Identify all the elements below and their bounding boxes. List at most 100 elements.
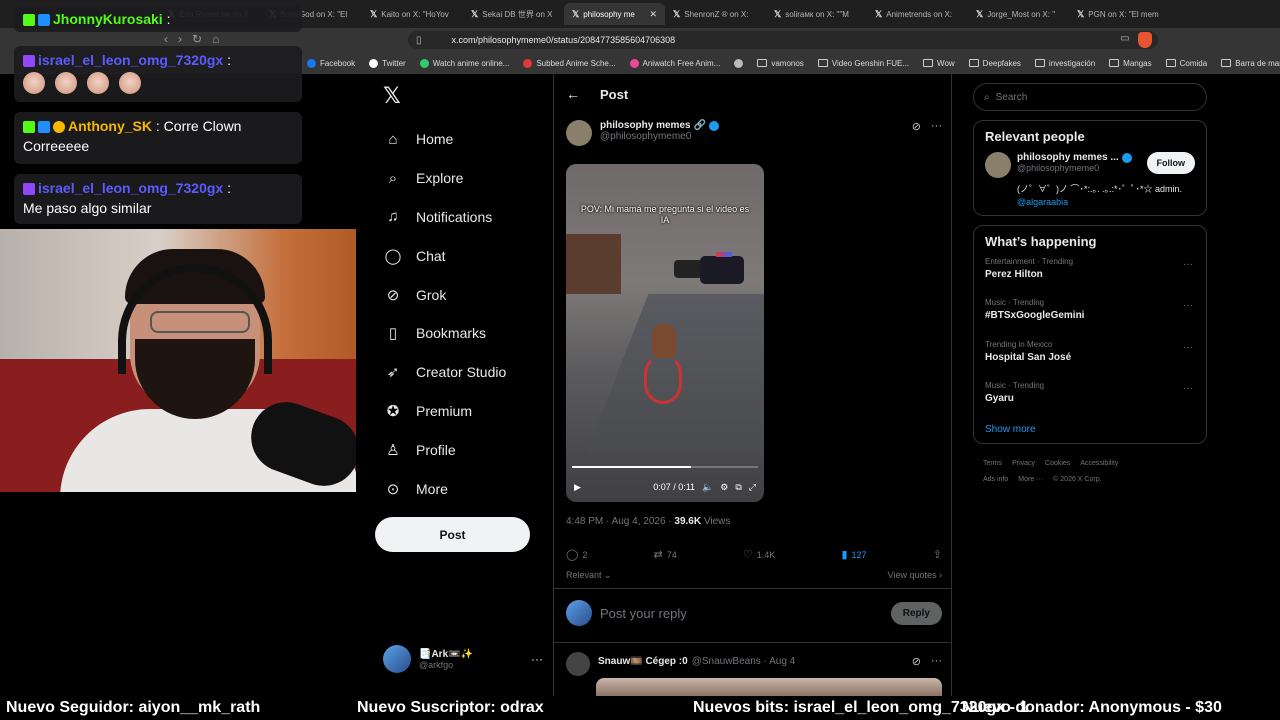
follow-button[interactable]: Follow	[1146, 152, 1195, 174]
close-icon[interactable]: ✕	[649, 9, 657, 20]
reload-icon[interactable]: ↻	[192, 32, 202, 46]
browser-tab[interactable]: 𝕏 Jorge_Most on X: "	[968, 3, 1069, 25]
video-player[interactable]: POV: Mi mamá me pregunta si el video es …	[566, 164, 764, 502]
trend-item[interactable]: Entertainment · Trending Perez Hilton ···	[985, 257, 1195, 298]
person-bio: (ノ゜∀゜)ノ ⌒･*:.｡. .｡.:*･゜ﾟ･*☆ admin.	[1017, 184, 1183, 194]
reply-action[interactable]: ◯ 2	[566, 548, 587, 561]
footer-link[interactable]: Ads info	[983, 476, 1008, 483]
post-author: philosophy memes 🔗 @philosophymeme0 ⊘ ··…	[566, 120, 942, 146]
play-icon[interactable]: ▶	[574, 482, 581, 493]
nav-item-chat[interactable]: ◯ Chat	[376, 236, 546, 275]
person-bio-link[interactable]: @algaraabia	[985, 197, 1195, 207]
bookmark-item[interactable]: Wow	[916, 59, 962, 68]
bookmark-item[interactable]: Mangas	[1102, 59, 1158, 68]
author-avatar[interactable]	[566, 120, 592, 146]
bookmark-item[interactable]: Comida	[1159, 59, 1215, 68]
settings-icon[interactable]: ⚙	[720, 482, 728, 493]
nav-item-creator-studio[interactable]: ➶ Creator Studio	[376, 353, 546, 392]
grok-icon[interactable]: ⊘	[912, 655, 921, 668]
bookmark-item[interactable]: Subbed Anime Sche...	[516, 58, 622, 68]
trend-item[interactable]: Music · Trending Gyaru ···	[985, 381, 1195, 422]
bookmark-icon[interactable]: ▯	[416, 35, 422, 46]
sort-dropdown[interactable]: Relevant ⌄	[566, 570, 612, 581]
bookmark-item[interactable]: vamonos	[750, 59, 810, 68]
trend-item[interactable]: Trending in Mexico Hospital San José ···	[985, 340, 1195, 381]
grok-icon[interactable]: ⊘	[912, 120, 921, 146]
person-avatar[interactable]	[985, 152, 1011, 178]
view-quotes-link[interactable]: View quotes ›	[888, 570, 942, 581]
bookmark-item[interactable]: Watch anime online...	[413, 58, 517, 68]
comment-header[interactable]: Snauw🎞️ Cégep :0 @SnauwBeans · Aug 4 ⊘ ·…	[566, 652, 942, 676]
pip-icon[interactable]: ⧉	[735, 482, 741, 493]
bookmark-item[interactable]: Facebook	[300, 58, 362, 68]
footer-link[interactable]: Privacy	[1012, 460, 1035, 467]
nav-item-home[interactable]: ⌂ Home	[376, 120, 546, 159]
chevron-right-icon: ›	[939, 570, 942, 580]
reply-button[interactable]: Reply	[890, 601, 942, 625]
author-name-row[interactable]: philosophy memes 🔗	[600, 120, 720, 131]
search-input[interactable]: ⌕ Search	[973, 83, 1207, 111]
fullscreen-icon[interactable]: ⤢	[749, 482, 756, 493]
home-icon[interactable]: ⌂	[212, 32, 219, 46]
bookmark-item[interactable]	[727, 58, 750, 68]
nav-item-bookmarks[interactable]: ▯ Bookmarks	[376, 314, 546, 353]
browser-tab[interactable]: 𝕏 Kaito on X: "HoYov	[362, 3, 463, 25]
browser-tab[interactable]: 𝕏 PGN on X: "El mem	[1069, 3, 1170, 25]
cast-icon[interactable]: ▭	[1120, 33, 1129, 44]
browser-tab[interactable]: 𝕏 Animetrends on X:	[867, 3, 968, 25]
bookmark-item[interactable]: Deepfakes	[962, 59, 1028, 68]
back-arrow-icon[interactable]: ‹	[164, 32, 168, 46]
url-field[interactable]: ▯ x.com/philosophymeme0/status/208477358…	[408, 31, 1158, 49]
footer-link[interactable]: Accessibility	[1080, 460, 1118, 467]
divider	[554, 642, 952, 643]
more-dots-icon[interactable]: ···	[1183, 342, 1193, 353]
footer-link[interactable]: Cookies	[1045, 460, 1070, 467]
comment-author[interactable]: Snauw🎞️ Cégep :0	[598, 656, 688, 667]
bookmark-item[interactable]: Aniwatch Free Anim...	[623, 58, 728, 68]
more-dots-icon[interactable]: ···	[931, 655, 942, 668]
more-dots-icon[interactable]: ···	[1183, 259, 1193, 270]
show-more-link[interactable]: Show more	[985, 424, 1195, 435]
post-button[interactable]: Post	[375, 517, 530, 552]
bookmark-item[interactable]: Video Genshin FUE...	[811, 59, 916, 68]
bookmark-action[interactable]: ▮ 127	[841, 548, 866, 561]
whats-happening-title: What’s happening	[985, 234, 1097, 249]
reply-input[interactable]: Post your reply	[600, 606, 883, 621]
forward-arrow-icon[interactable]: ›	[178, 32, 182, 46]
nav-item-premium[interactable]: ✪ Premium	[376, 392, 546, 431]
nav-item-more[interactable]: ⊙ More	[376, 469, 546, 508]
more-dots-icon[interactable]: ···	[931, 120, 942, 146]
share-action[interactable]: ⇪	[933, 548, 942, 561]
volume-icon[interactable]: 🔈	[702, 482, 713, 493]
back-arrow-icon[interactable]: ←	[566, 86, 580, 102]
footer-link[interactable]: More ···	[1018, 476, 1043, 483]
repost-action[interactable]: ⇄ 74	[654, 548, 677, 561]
trend-item[interactable]: Music · Trending #BTSxGoogleGemini ···	[985, 298, 1195, 339]
comment-avatar[interactable]	[566, 652, 590, 676]
comment-media[interactable]	[596, 678, 942, 696]
bookmark-item[interactable]: investigación	[1028, 59, 1102, 68]
nav-item-grok[interactable]: ⊘ Grok	[376, 275, 546, 314]
like-action[interactable]: ♡ 1.4K	[743, 548, 775, 561]
browser-tab[interactable]: 𝕏 Sekai DB 世界 on X	[463, 3, 564, 25]
more-dots-icon[interactable]: ···	[1183, 300, 1193, 311]
browser-tab[interactable]: 𝕏soliraмк on X: ""M	[766, 3, 867, 25]
relevant-person[interactable]: philosophy memes ... @philosophymeme0 Fo…	[985, 152, 1195, 178]
x-logo-icon[interactable]: 𝕏	[383, 84, 401, 109]
more-dots-icon[interactable]: ···	[531, 652, 543, 666]
post-timestamp[interactable]: 4:48 PM · Aug 4, 2026 ·	[566, 516, 674, 527]
video-progress-bar[interactable]	[572, 466, 758, 468]
account-switcher[interactable]: 📑Ark📼✨ @arkfgo ···	[383, 642, 543, 676]
nav-item-label: Home	[416, 131, 454, 148]
browser-tab[interactable]: 𝕏philosophy me ✕	[564, 3, 665, 25]
nav-item-notifications[interactable]: ♫ Notifications	[376, 198, 546, 237]
footer-link[interactable]: Terms	[983, 460, 1002, 467]
more-dots-icon[interactable]: ···	[1183, 383, 1193, 394]
bookmark-item[interactable]: Barra de marcadores	[1214, 59, 1280, 68]
footer-link[interactable]: © 2026 X Corp.	[1053, 476, 1101, 483]
nav-item-profile[interactable]: ♙ Profile	[376, 430, 546, 469]
nav-item-explore[interactable]: ⌕ Explore	[376, 159, 546, 198]
browser-tab[interactable]: 𝕏 ShenronZ ® on X:	[665, 3, 766, 25]
brave-shield-icon[interactable]	[1138, 32, 1152, 48]
bookmark-item[interactable]: Twitter	[362, 58, 413, 68]
